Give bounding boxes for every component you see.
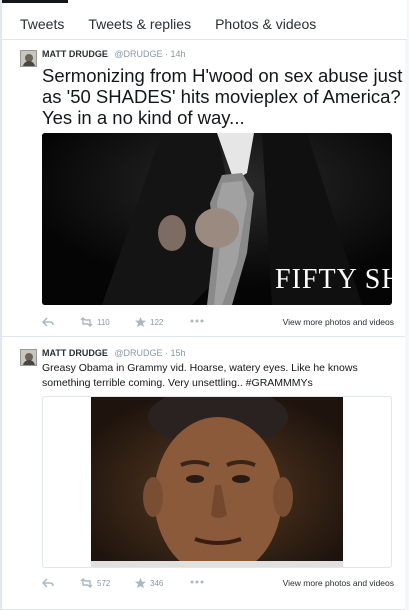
reply-button[interactable] (42, 317, 54, 327)
author-name[interactable]: MATT DRUDGE (42, 348, 108, 358)
more-options-button[interactable] (190, 580, 204, 584)
author-name[interactable]: MATT DRUDGE (42, 49, 108, 59)
favorite-count: 122 (150, 317, 164, 327)
tab-photos-videos[interactable]: Photos & videos (203, 0, 328, 40)
media-caption: FIFTY SHADES (275, 264, 392, 295)
tweet-text: Greasy Obama in Grammy vid. Hoarse, wate… (42, 362, 358, 389)
favorite-button[interactable]: 122 (135, 317, 163, 327)
tweet-time[interactable]: · 15h (165, 348, 186, 358)
reply-button[interactable] (42, 578, 54, 588)
timeline: MATT DRUDGE @DRUDGE · 14h Sermonizing fr… (2, 40, 405, 610)
tweet[interactable]: MATT DRUDGE @DRUDGE · 14h Sermonizing fr… (2, 40, 405, 337)
profile-timeline-page: Tweets Tweets & replies Photos & videos … (0, 0, 409, 610)
tweet-actions: 110 122 View more photos and videos (42, 317, 404, 329)
reply-icon (42, 317, 54, 327)
author-handle[interactable]: @DRUDGE (114, 49, 162, 59)
retweet-icon (80, 317, 93, 327)
view-more-photos-link[interactable]: View more photos and videos (283, 317, 394, 327)
avatar[interactable] (20, 50, 37, 67)
star-icon (135, 317, 146, 327)
tweet-header: MATT DRUDGE @DRUDGE · 15h (42, 348, 186, 358)
retweet-button[interactable]: 572 (80, 578, 110, 588)
avatar[interactable] (20, 349, 37, 366)
more-options-button[interactable] (190, 319, 204, 323)
tweet[interactable]: MATT DRUDGE @DRUDGE · 15h Greasy Obama i… (2, 337, 405, 610)
ellipsis-icon (190, 580, 204, 584)
author-handle[interactable]: @DRUDGE (114, 348, 162, 358)
favorite-button[interactable]: 346 (135, 578, 163, 588)
tab-tweets-replies[interactable]: Tweets & replies (76, 0, 203, 40)
tab-tweets[interactable]: Tweets (2, 0, 76, 40)
fifty-shades-image: FIFTY SHADES (42, 133, 392, 305)
retweet-icon (80, 578, 93, 588)
retweet-count: 110 (97, 317, 110, 327)
obama-video-still (91, 397, 343, 567)
tweet-header: MATT DRUDGE @DRUDGE · 14h (42, 49, 186, 59)
view-more-photos-link[interactable]: View more photos and videos (283, 578, 394, 588)
reply-icon (42, 578, 54, 588)
star-icon (135, 578, 146, 588)
tweet-media[interactable]: FIFTY SHADES (42, 133, 392, 305)
tweet-media[interactable] (42, 396, 392, 568)
tweet-time[interactable]: · 14h (165, 49, 186, 59)
retweet-button[interactable]: 110 (80, 317, 110, 327)
favorite-count: 346 (150, 578, 164, 588)
ellipsis-icon (190, 319, 204, 323)
tweet-actions: 572 346 View more photos and videos (42, 578, 404, 590)
retweet-count: 572 (97, 578, 111, 588)
tweet-text: Sermonizing from H'wood on sex abuse jus… (42, 65, 403, 128)
profile-tabs: Tweets Tweets & replies Photos & videos (2, 0, 407, 40)
